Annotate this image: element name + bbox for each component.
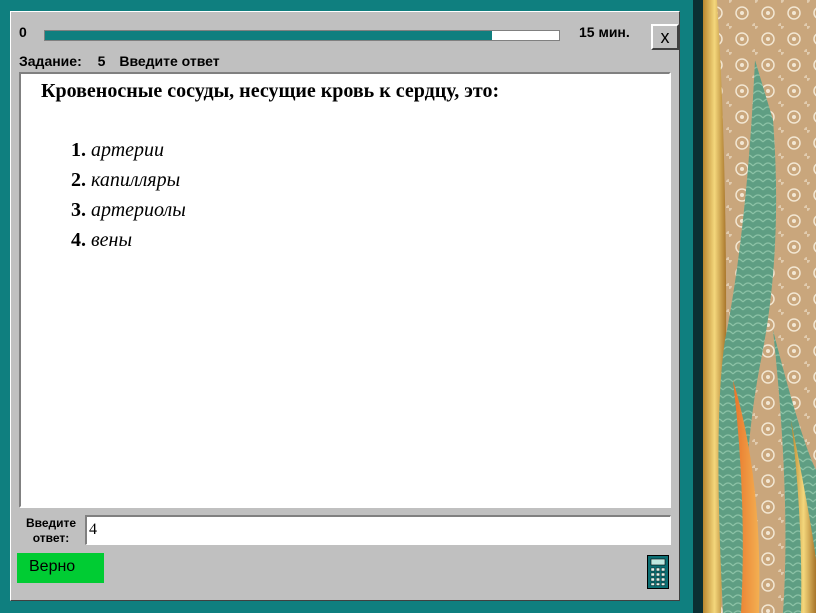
- option-text: капилляры: [91, 169, 181, 191]
- option-text: вены: [91, 229, 133, 251]
- option-number: 3.: [71, 199, 86, 221]
- answer-label: Введите ответ:: [21, 516, 81, 546]
- answer-label-line2: ответ:: [32, 531, 70, 545]
- option-number: 2.: [71, 169, 86, 191]
- task-instruction: Введите ответ: [119, 53, 220, 69]
- time-progress-fill: [45, 31, 493, 40]
- calculator-icon[interactable]: [647, 555, 669, 589]
- question-panel: Кровеносные сосуды, несущие кровь к серд…: [19, 72, 671, 508]
- option-number: 4.: [71, 229, 86, 251]
- progress-start-label: 0: [19, 24, 27, 40]
- task-number: 5: [97, 53, 106, 69]
- option-text: артериолы: [91, 199, 186, 221]
- time-limit-label: 15 мин.: [579, 24, 630, 40]
- option-item: 3. артериолы: [71, 196, 186, 226]
- task-info: Задание: 5 Введите ответ: [19, 53, 230, 69]
- option-item: 2. капилляры: [71, 166, 186, 196]
- option-number: 1.: [71, 139, 86, 161]
- answer-input[interactable]: 4: [85, 515, 671, 545]
- task-label: Задание:: [19, 53, 82, 69]
- test-window: 0 15 мин. x Задание: 5 Введите ответ Кро…: [10, 11, 680, 601]
- answer-options: 1. артерии 2. капилляры 3. артериолы 4. …: [71, 136, 186, 256]
- time-progress-bar: [44, 30, 560, 41]
- option-text: артерии: [91, 139, 165, 161]
- decorative-background: [703, 0, 816, 613]
- frame-divider: [693, 0, 703, 613]
- question-text: Кровеносные сосуды, несущие кровь к серд…: [41, 80, 500, 102]
- option-item: 1. артерии: [71, 136, 186, 166]
- close-button[interactable]: x: [651, 24, 679, 50]
- answer-label-line1: Введите: [25, 516, 77, 530]
- option-item: 4. вены: [71, 226, 186, 256]
- result-badge: Верно: [17, 553, 104, 583]
